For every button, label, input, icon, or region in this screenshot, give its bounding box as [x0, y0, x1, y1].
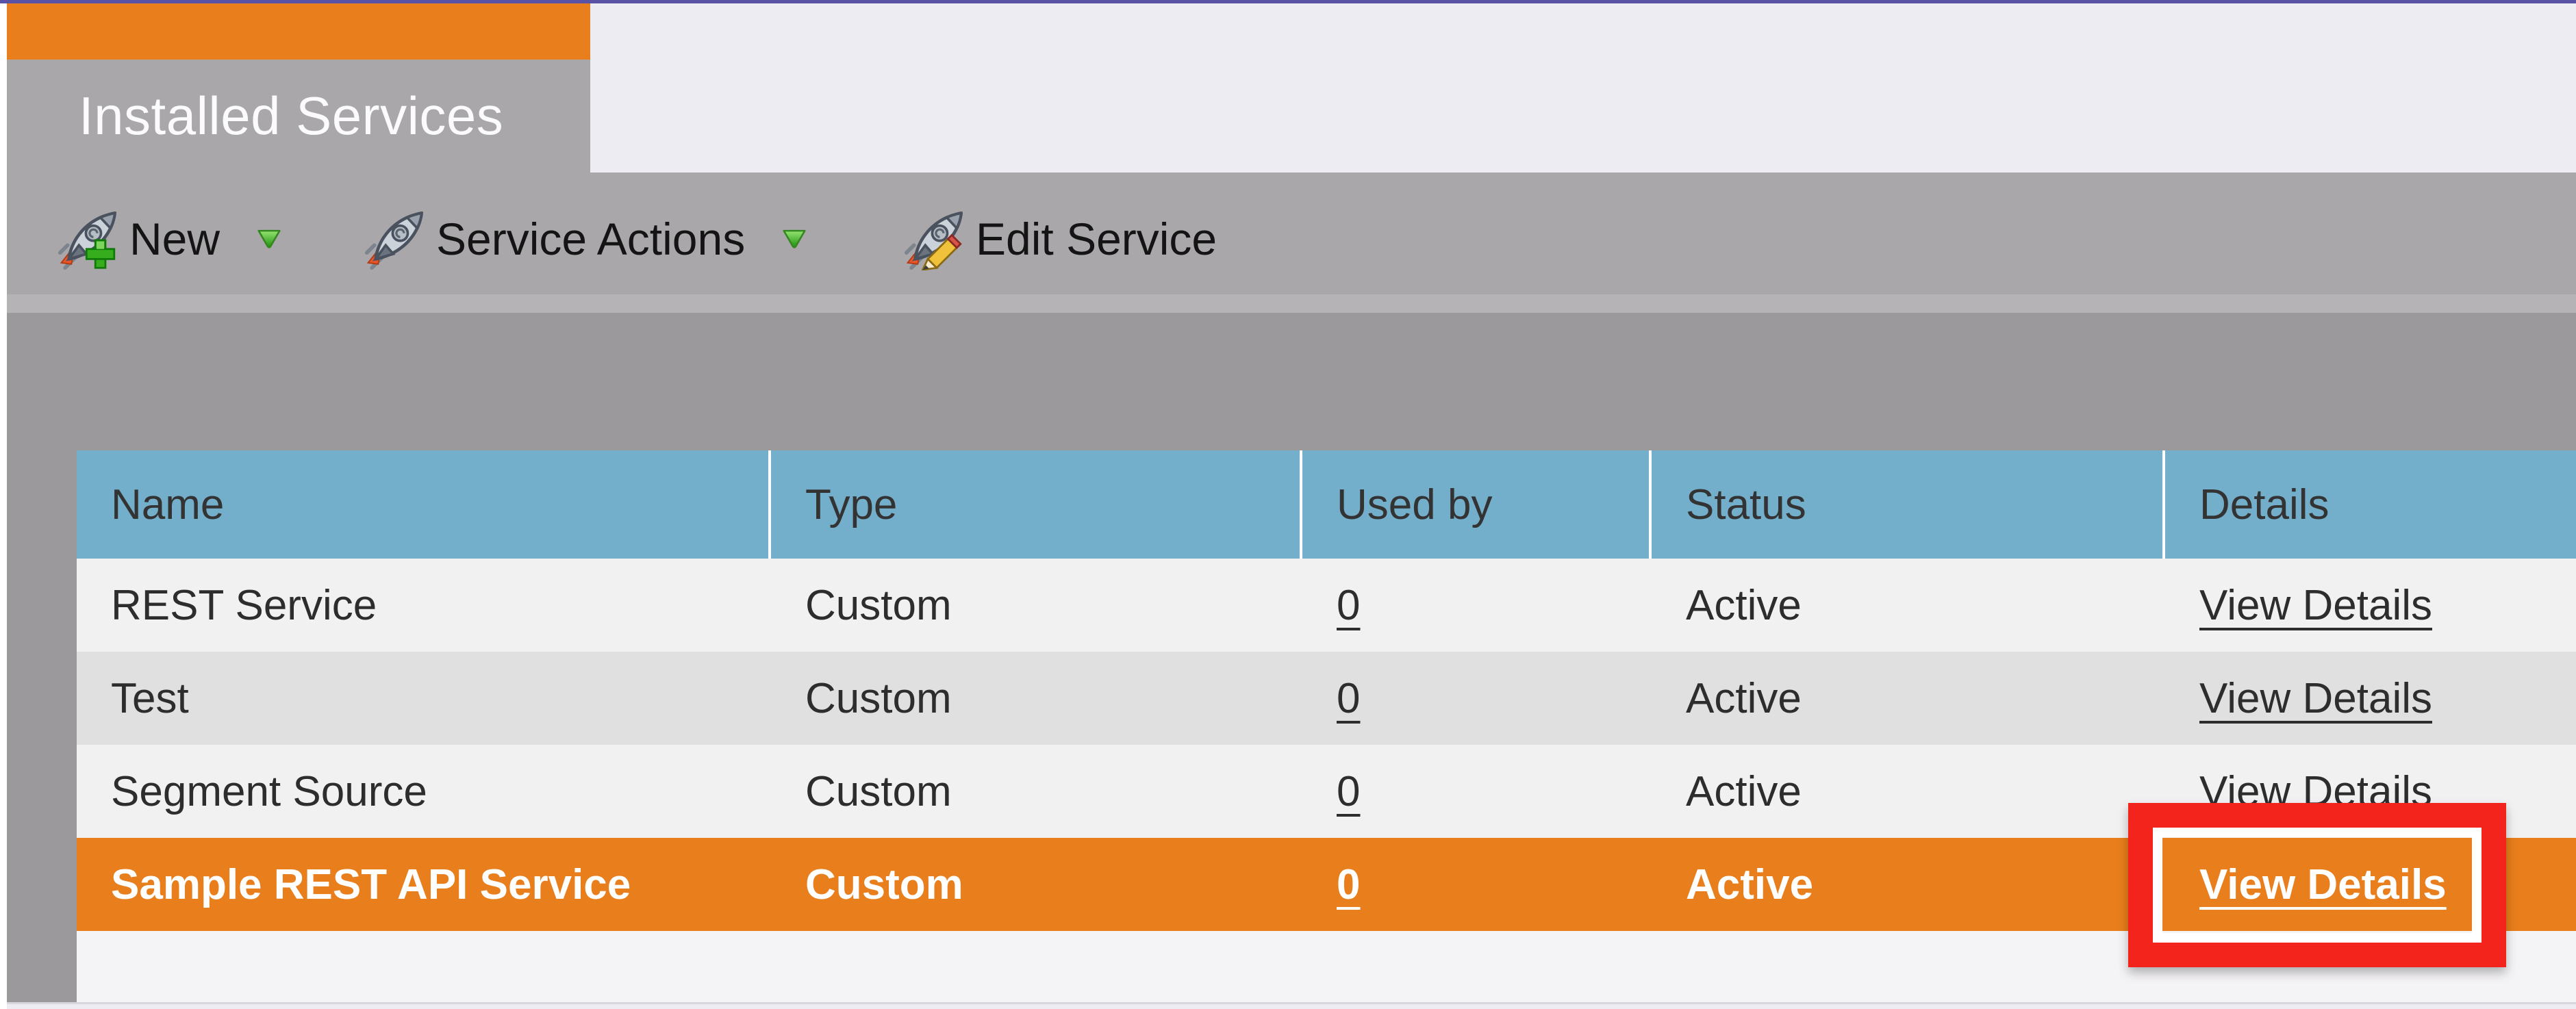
column-header-used-by: Used by [1302, 450, 1652, 559]
left-edge-strip [0, 3, 7, 1009]
table-row-test[interactable]: Test Custom 0 Active View Details [77, 652, 2576, 745]
used-by-link[interactable]: 0 [1337, 674, 1360, 723]
cell-name: REST Service [111, 581, 377, 629]
view-details-link[interactable]: View Details [2199, 674, 2432, 723]
used-by-link[interactable]: 0 [1337, 860, 1360, 909]
cell-status: Active [1686, 767, 1802, 815]
cell-status: Active [1686, 581, 1802, 629]
tab-installed-services[interactable]: Installed Services [7, 3, 590, 173]
dropdown-arrow-icon [255, 227, 283, 251]
used-by-link[interactable]: 0 [1337, 581, 1360, 630]
cell-type: Custom [805, 860, 963, 908]
used-by-link[interactable]: 0 [1337, 767, 1360, 816]
edit-service-button-label: Edit Service [976, 214, 1217, 264]
cell-name: Test [111, 674, 189, 722]
page-title: Installed Services [79, 86, 504, 146]
panel-bottom-strip [0, 1004, 2576, 1009]
view-details-link[interactable]: View Details [2199, 581, 2432, 630]
active-tab-accent-bar [7, 3, 590, 60]
cell-status: Active [1686, 860, 1814, 908]
new-button[interactable]: New [58, 178, 283, 300]
cell-type: Custom [805, 581, 952, 629]
tab-strip-background [590, 3, 2576, 173]
cell-name: Sample REST API Service [111, 860, 631, 908]
view-details-link-highlighted[interactable]: View Details [2199, 860, 2447, 909]
table-empty-row [77, 931, 2576, 1002]
toolbar: New Service Actions Edit Service [7, 173, 2576, 294]
column-header-name: Name [77, 450, 771, 559]
cell-type: Custom [805, 767, 952, 815]
toolbar-bottom-strip [7, 294, 2576, 313]
table-row-rest-service[interactable]: REST Service Custom 0 Active View Detail… [77, 559, 2576, 652]
installed-services-screen: Installed Services New Service Actions E… [0, 0, 2576, 1009]
dropdown-arrow-icon [780, 227, 809, 251]
column-header-details: Details [2199, 481, 2329, 528]
rocket-pencil-icon [904, 207, 967, 270]
table-header-row: Name Type Used by Status Details [77, 450, 2576, 559]
cell-type: Custom [805, 674, 952, 722]
installed-services-table: Name Type Used by Status Details REST Se… [77, 450, 2576, 1002]
column-header-status: Status [1652, 450, 2165, 559]
table-row-segment-source[interactable]: Segment Source Custom 0 Active View Deta… [77, 745, 2576, 838]
edit-service-button[interactable]: Edit Service [904, 178, 1217, 300]
table-row-sample-rest-api-service-selected[interactable]: Sample REST API Service Custom 0 Active … [77, 838, 2576, 931]
new-button-label: New [129, 214, 220, 264]
column-header-type: Type [771, 450, 1302, 559]
view-details-link[interactable]: View Details [2199, 767, 2432, 816]
service-actions-button[interactable]: Service Actions [364, 178, 809, 300]
rocket-plus-icon [58, 207, 121, 270]
service-actions-button-label: Service Actions [436, 214, 746, 264]
cell-status: Active [1686, 674, 1802, 722]
cell-name: Segment Source [111, 767, 427, 815]
rocket-icon [364, 207, 427, 270]
